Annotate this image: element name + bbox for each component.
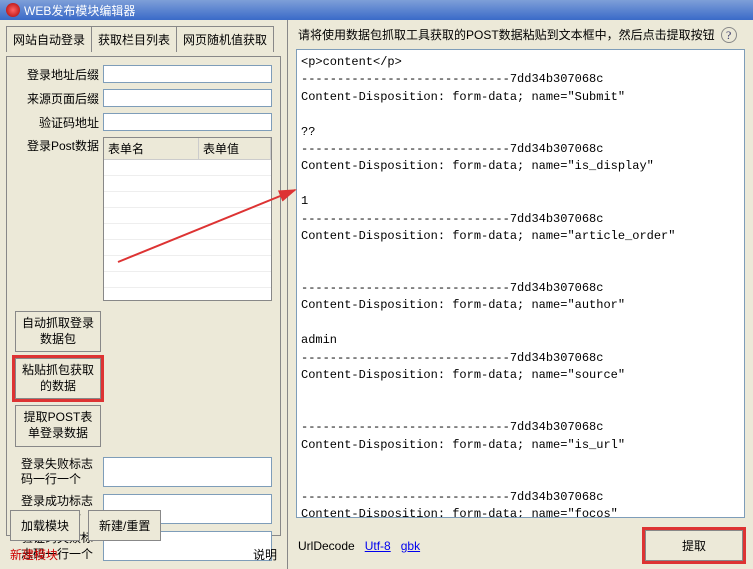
table-row[interactable] [104,160,271,176]
label-login-url-suffix: 登录地址后缀 [15,66,103,83]
load-module-button[interactable]: 加载模块 [10,510,80,541]
table-row[interactable] [104,224,271,240]
app-icon [6,3,20,17]
auto-capture-button[interactable]: 自动抓取登录数据包 [15,311,101,352]
input-login-url-suffix[interactable] [103,65,272,83]
gbk-link[interactable]: gbk [401,539,420,553]
utf8-link[interactable]: Utf-8 [365,539,391,553]
instruction-text: 请将使用数据包抓取工具获取的POST数据粘贴到文本框中，然后点击提取按钮 [298,26,715,43]
tab-column-list[interactable]: 获取栏目列表 [91,26,177,52]
post-data-grid[interactable]: 表单名 表单值 [103,137,272,301]
status-explain: 说明 [253,546,277,563]
left-panel: 登录地址后缀 来源页面后缀 验证码地址 登录Post数据 表单名 表单值 [6,56,281,536]
grid-col-name: 表单名 [104,138,199,159]
grid-col-value: 表单值 [199,138,271,159]
post-data-textarea[interactable]: <p>content</p> -------------------------… [296,49,745,518]
label-referer-suffix: 来源页面后缀 [15,90,103,107]
extract-post-button[interactable]: 提取POST表单登录数据 [15,405,101,446]
label-fail-flag: 登录失败标志码一行一个 [15,457,103,488]
extract-button[interactable]: 提取 [645,530,743,561]
table-row[interactable] [104,272,271,288]
left-tabs: 网站自动登录 获取栏目列表 网页随机值获取 [6,26,281,52]
input-fail-flag[interactable] [103,457,272,487]
table-row[interactable] [104,240,271,256]
tab-auto-login[interactable]: 网站自动登录 [6,26,92,52]
new-reset-button[interactable]: 新建/重置 [88,510,161,541]
label-login-post: 登录Post数据 [15,137,103,154]
tab-random-value[interactable]: 网页随机值获取 [176,26,274,52]
paste-capture-button[interactable]: 粘贴抓包获取的数据 [15,358,101,399]
urldecode-label: UrlDecode [298,539,355,553]
table-row[interactable] [104,192,271,208]
window-title: WEB发布模块编辑器 [24,2,135,19]
window-titlebar: WEB发布模块编辑器 [0,0,753,20]
help-icon[interactable]: ? [721,27,737,43]
input-referer-suffix[interactable] [103,89,272,107]
table-row[interactable] [104,208,271,224]
table-row[interactable] [104,256,271,272]
input-captcha-url[interactable] [103,113,272,131]
label-captcha-url: 验证码地址 [15,114,103,131]
status-new-module: 新建模块 [10,546,58,563]
table-row[interactable] [104,176,271,192]
